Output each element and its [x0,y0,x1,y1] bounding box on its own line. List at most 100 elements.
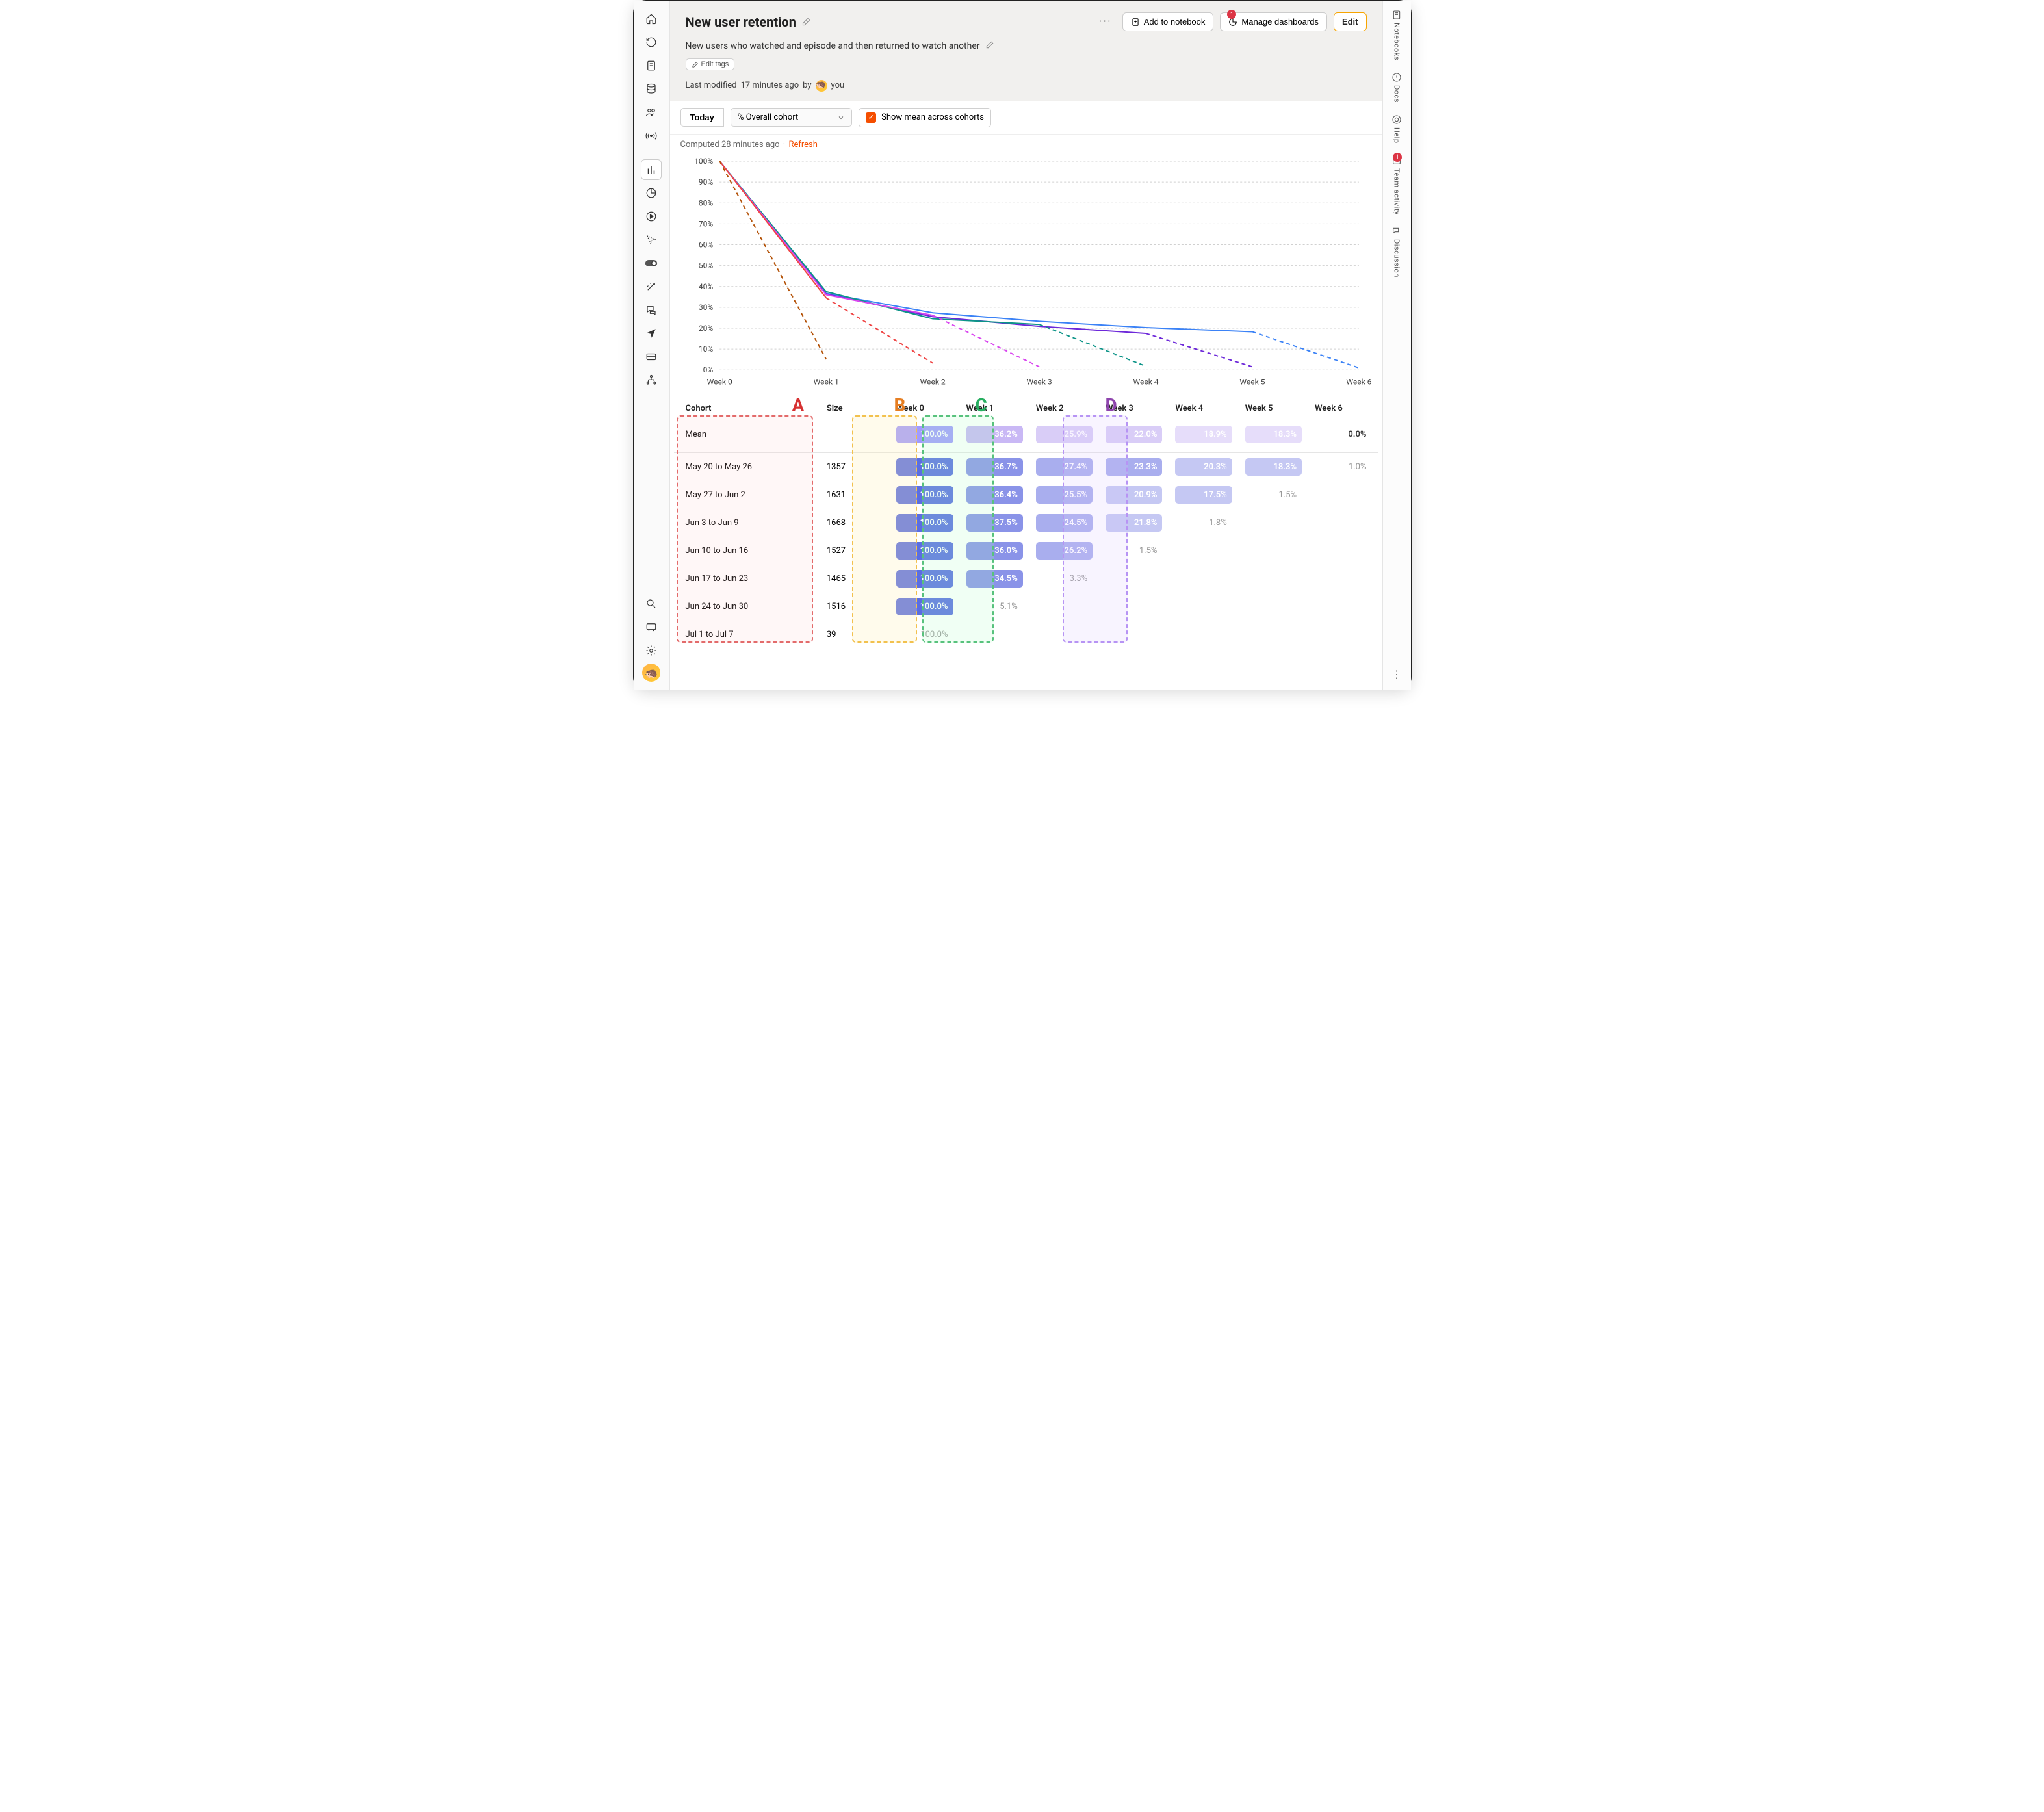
cohort-cell: Jun 10 to Jun 16 [674,537,820,565]
user-avatar[interactable]: 🦔 [642,664,660,682]
send-icon[interactable] [641,323,662,344]
more-vertical-icon[interactable]: ⋮ [1391,668,1402,680]
svg-text:100%: 100% [694,157,713,166]
docs-tab[interactable]: Docs [1391,72,1402,103]
table-row: Jun 17 to Jun 231465100.0%34.5%3.3% [674,565,1378,593]
retention-cell: 25.5% [1029,481,1099,509]
discussion-tab[interactable]: Discussion [1391,226,1402,278]
retention-cell: 100.0% [890,452,959,481]
search-icon[interactable] [641,593,662,614]
help-tab[interactable]: Help [1391,114,1402,144]
size-cell: 1357 [820,452,890,481]
retention-cell [1308,509,1378,537]
cohort-cell: Mean [674,419,820,452]
annotation-d-label: D [1106,395,1117,416]
mean-row: Mean100.0%36.2%25.9%22.0%18.9%18.3%0.0% [674,419,1378,452]
cohort-cell: Jun 24 to Jun 30 [674,593,820,621]
retention-cell [1169,621,1238,649]
team-activity-tab[interactable]: 1 Team activity [1391,155,1402,215]
cursor-icon[interactable] [641,229,662,250]
retention-cell: 100.0% [890,537,959,565]
add-to-notebook-button[interactable]: Add to notebook [1122,12,1214,31]
retention-cell: 18.9% [1169,419,1238,452]
more-menu-icon[interactable]: ··· [1095,15,1116,29]
retention-table-wrap: CohortSizeWeek 0Week 1Week 2Week 3Week 4… [670,392,1382,662]
history-icon[interactable] [641,32,662,53]
svg-text:50%: 50% [698,261,713,270]
wand-icon[interactable] [641,276,662,297]
svg-text:30%: 30% [698,302,713,311]
cohort-cell: Jul 1 to Jul 7 [674,621,820,649]
annotation-a-label: A [792,395,805,416]
retention-cell [1169,537,1238,565]
retention-table: CohortSizeWeek 0Week 1Week 2Week 3Week 4… [674,398,1378,649]
pie-icon[interactable] [641,183,662,203]
svg-text:Week 3: Week 3 [1026,377,1052,386]
retention-cell: 36.4% [960,481,1029,509]
table-header: Week 2 [1029,398,1099,419]
chat-icon[interactable] [641,300,662,320]
retention-cell [1099,565,1169,593]
manage-dashboards-button[interactable]: 1 Manage dashboards [1220,12,1327,31]
table-row: May 20 to May 261357100.0%36.7%27.4%23.3… [674,452,1378,481]
page-title: New user retention [686,14,811,30]
settings-icon[interactable] [641,640,662,661]
table-header: Week 1 [960,398,1029,419]
play-icon[interactable] [641,206,662,227]
svg-text:20%: 20% [698,324,713,333]
monitor-icon[interactable] [641,617,662,638]
retention-cell: 26.2% [1029,537,1099,565]
svg-text:10%: 10% [698,344,713,354]
retention-cell: 5.1% [960,593,1029,621]
size-cell: 39 [820,621,890,649]
svg-text:60%: 60% [698,240,713,249]
svg-text:Week 4: Week 4 [1133,377,1158,386]
svg-text:80%: 80% [698,198,713,207]
notebooks-tab[interactable]: Notebooks [1391,10,1402,60]
home-icon[interactable] [641,8,662,29]
insights-icon[interactable] [641,159,662,180]
retention-cell: 100.0% [890,419,959,452]
retention-cell [1239,593,1308,621]
table-row: May 27 to Jun 21631100.0%36.4%25.5%20.9%… [674,481,1378,509]
retention-cell: 18.3% [1239,452,1308,481]
cohort-cell: May 20 to May 26 [674,452,820,481]
edit-tags-button[interactable]: Edit tags [686,58,735,70]
cohort-mode-select[interactable]: % Overall cohort [731,108,852,127]
svg-text:Week 2: Week 2 [920,377,945,386]
document-icon[interactable] [641,55,662,76]
retention-cell: 36.0% [960,537,1029,565]
card-icon[interactable] [641,346,662,367]
retention-cell: 18.3% [1239,419,1308,452]
retention-cell: 21.8% [1099,509,1169,537]
annotation-c-label: C [976,395,987,416]
table-header: Size [820,398,890,419]
live-icon[interactable] [641,125,662,146]
retention-cell: 37.5% [960,509,1029,537]
edit-title-icon[interactable] [801,14,811,30]
show-mean-toggle[interactable]: ✓ Show mean across cohorts [859,108,991,127]
cohort-cell: Jun 3 to Jun 9 [674,509,820,537]
retention-cell [1029,593,1099,621]
retention-cell [1099,593,1169,621]
retention-cell: 100.0% [890,509,959,537]
controls-bar: Today % Overall cohort ✓ Show mean acros… [670,101,1382,135]
retention-cell: 0.0% [1308,419,1378,452]
database-icon[interactable] [641,79,662,99]
cohort-cell: Jun 17 to Jun 23 [674,565,820,593]
retention-cell: 100.0% [890,565,959,593]
retention-cell: 100.0% [890,481,959,509]
people-icon[interactable] [641,102,662,123]
refresh-link[interactable]: Refresh [788,140,817,149]
retention-cell: 20.3% [1169,452,1238,481]
today-button[interactable]: Today [680,108,724,127]
retention-cell: 1.8% [1169,509,1238,537]
retention-cell: 23.3% [1099,452,1169,481]
size-cell: 1631 [820,481,890,509]
tree-icon[interactable] [641,370,662,391]
toggle-icon[interactable] [641,253,662,274]
right-sidebar: Notebooks Docs Help 1 Team activity Disc… [1382,1,1411,690]
retention-cell: 36.7% [960,452,1029,481]
edit-button[interactable]: Edit [1334,12,1367,31]
edit-description-icon[interactable] [985,40,994,52]
